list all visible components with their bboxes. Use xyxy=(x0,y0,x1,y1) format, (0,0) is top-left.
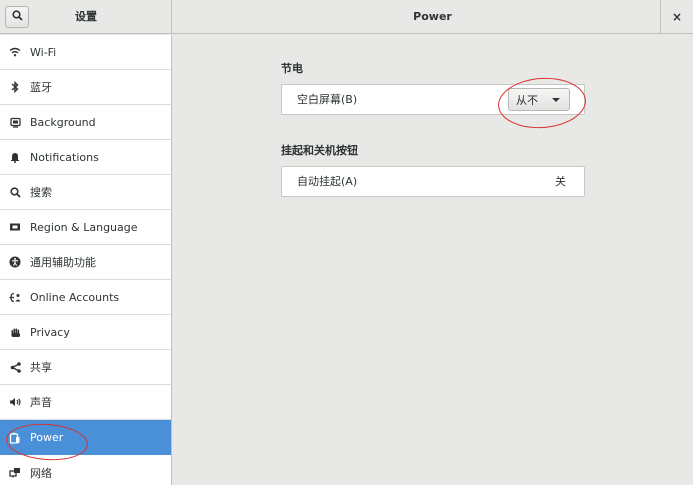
hand-icon xyxy=(0,327,30,338)
sidebar-item-label: Notifications xyxy=(30,150,99,164)
accessibility-icon xyxy=(0,256,30,268)
sidebar-item-label: 共享 xyxy=(30,361,52,374)
sidebar-item-label: Power xyxy=(30,431,64,444)
section-title-power-saving: 节电 xyxy=(281,62,303,75)
auto-suspend-status[interactable]: 关 xyxy=(555,167,566,196)
sidebar-item-privacy[interactable]: Privacy xyxy=(0,315,171,350)
sidebar-title: 设置 xyxy=(75,10,97,23)
sidebar-item-online-accounts[interactable]: Online Accounts xyxy=(0,280,171,315)
sidebar-item-accessibility[interactable]: 通用辅助功能 xyxy=(0,245,171,280)
bluetooth-icon xyxy=(0,81,30,93)
sidebar-item-label: Online Accounts xyxy=(30,290,120,304)
sidebar-item-wifi[interactable]: Wi-Fi xyxy=(0,35,171,70)
sidebar-item-label: Background xyxy=(30,115,96,129)
sidebar-item-label: Privacy xyxy=(30,325,70,339)
sidebar-item-sharing[interactable]: 共享 xyxy=(0,350,171,385)
sidebar-item-region-language[interactable]: Region & Language xyxy=(0,210,171,245)
sidebar-item-sound[interactable]: 声音 xyxy=(0,385,171,420)
sidebar-item-label: 搜索 xyxy=(30,186,52,199)
section-title-suspend-buttons: 挂起和关机按钮 xyxy=(281,144,358,157)
background-icon xyxy=(0,117,30,128)
power-icon xyxy=(0,432,30,444)
blank-screen-label: 空白屏幕(B) xyxy=(297,93,358,106)
flag-icon xyxy=(0,222,30,232)
sidebar-item-bluetooth[interactable]: 蓝牙 xyxy=(0,70,171,105)
blank-screen-dropdown[interactable]: 从不 xyxy=(508,88,570,111)
power-panel: 节电 空白屏幕(B) 从不 挂起和关机按钮 自动挂起(A) 关 xyxy=(173,35,693,485)
search-icon xyxy=(0,186,30,198)
search-button[interactable] xyxy=(5,6,29,28)
blank-screen-value: 从不 xyxy=(516,93,538,107)
sidebar-item-search[interactable]: 搜索 xyxy=(0,175,171,210)
network-icon xyxy=(0,467,30,478)
suspend-list: 自动挂起(A) 关 xyxy=(281,166,585,197)
sidebar-item-background[interactable]: Background xyxy=(0,105,171,140)
sidebar: Wi-Fi 蓝牙 Background Notifications 搜索 Reg… xyxy=(0,35,172,485)
bell-icon xyxy=(0,152,30,163)
sidebar-item-notifications[interactable]: Notifications xyxy=(0,140,171,175)
sidebar-item-label: Wi-Fi xyxy=(30,45,57,59)
close-icon: × xyxy=(671,10,683,24)
auto-suspend-label: 自动挂起(A) xyxy=(297,175,358,188)
online-accounts-icon xyxy=(0,292,30,303)
sidebar-item-label: 网络 xyxy=(30,466,52,480)
sidebar-item-label: 声音 xyxy=(30,396,52,409)
sidebar-item-label: Region & Language xyxy=(30,220,138,234)
sidebar-header: 设置 xyxy=(0,0,172,34)
chevron-down-icon xyxy=(552,98,560,102)
power-saving-list: 空白屏幕(B) 从不 xyxy=(281,84,585,115)
sidebar-item-network[interactable]: 网络 xyxy=(0,455,171,485)
page-title: Power xyxy=(413,10,452,23)
sidebar-item-power[interactable]: Power xyxy=(0,420,171,455)
search-icon xyxy=(11,10,23,24)
wifi-icon xyxy=(0,47,30,57)
close-button[interactable]: × xyxy=(660,0,693,34)
sidebar-item-label: 通用辅助功能 xyxy=(30,256,96,269)
speaker-icon xyxy=(0,397,30,407)
header-bar: 设置 Power × xyxy=(0,0,693,34)
share-icon xyxy=(0,361,30,373)
sidebar-item-label: 蓝牙 xyxy=(30,81,52,94)
